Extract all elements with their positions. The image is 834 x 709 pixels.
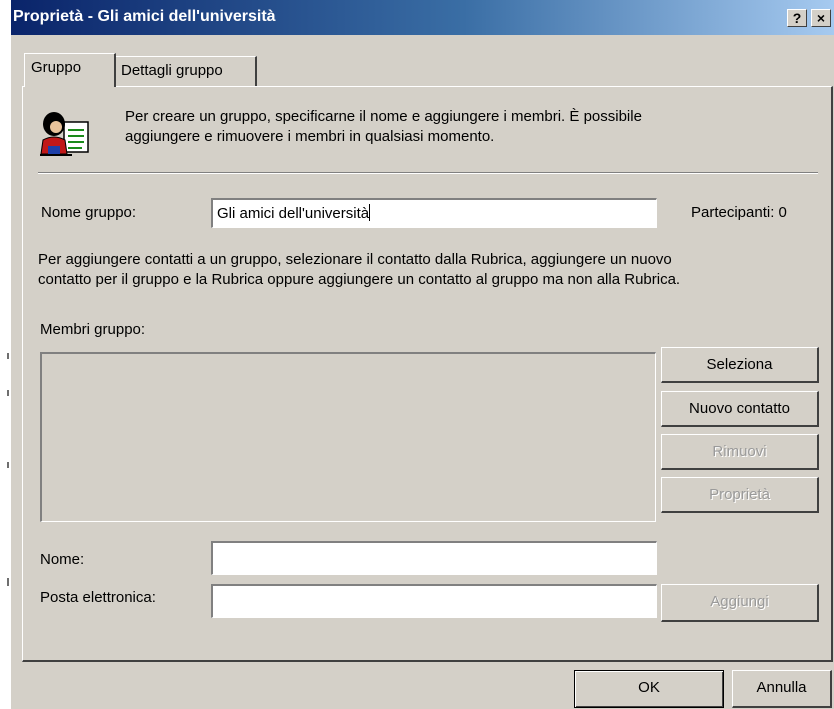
- intro-text: Per creare un gruppo, specificarne il no…: [125, 107, 785, 147]
- name-input[interactable]: [211, 541, 657, 575]
- description-line-2: contatto per il gruppo e la Rubrica oppu…: [38, 271, 681, 288]
- window-title: Proprietà - Gli amici dell'università: [13, 8, 276, 25]
- email-input[interactable]: [211, 584, 657, 618]
- tab-dettagli-gruppo[interactable]: Dettagli gruppo: [114, 56, 257, 86]
- properties-dialog: Proprietà - Gli amici dell'università ? …: [11, 0, 834, 709]
- cancel-button[interactable]: Annulla: [732, 670, 832, 708]
- description-line-1: Per aggiungere contatti a un gruppo, sel…: [38, 251, 672, 268]
- select-button[interactable]: Seleziona: [661, 347, 819, 383]
- help-button[interactable]: ?: [787, 9, 807, 27]
- member-properties-button[interactable]: Proprietà: [661, 477, 819, 513]
- group-name-label: Nome gruppo:: [41, 204, 137, 221]
- members-list[interactable]: [40, 352, 656, 522]
- background-edge: [0, 0, 11, 709]
- separator: [38, 172, 818, 174]
- email-label: Posta elettronica:: [40, 589, 156, 606]
- ok-button[interactable]: OK: [574, 670, 724, 708]
- intro-line-1: Per creare un gruppo, specificarne il no…: [125, 108, 642, 125]
- new-contact-button[interactable]: Nuovo contatto: [661, 391, 819, 427]
- close-button[interactable]: ×: [811, 9, 831, 27]
- tab-gruppo[interactable]: Gruppo: [24, 53, 116, 87]
- members-label: Membri gruppo:: [40, 321, 146, 338]
- group-people-icon: [40, 112, 89, 156]
- participants-count: Partecipanti: 0: [691, 204, 787, 221]
- add-contacts-description: Per aggiungere contatti a un gruppo, sel…: [38, 250, 828, 290]
- add-button[interactable]: Aggiungi: [661, 584, 819, 622]
- group-name-input[interactable]: Gli amici dell'università: [211, 198, 657, 228]
- remove-button[interactable]: Rimuovi: [661, 434, 819, 470]
- title-bar[interactable]: Proprietà - Gli amici dell'università ? …: [11, 0, 834, 35]
- group-name-value: Gli amici dell'università: [217, 205, 370, 222]
- intro-line-2: aggiungere e rimuovere i membri in quals…: [125, 128, 495, 145]
- name-label: Nome:: [40, 551, 85, 568]
